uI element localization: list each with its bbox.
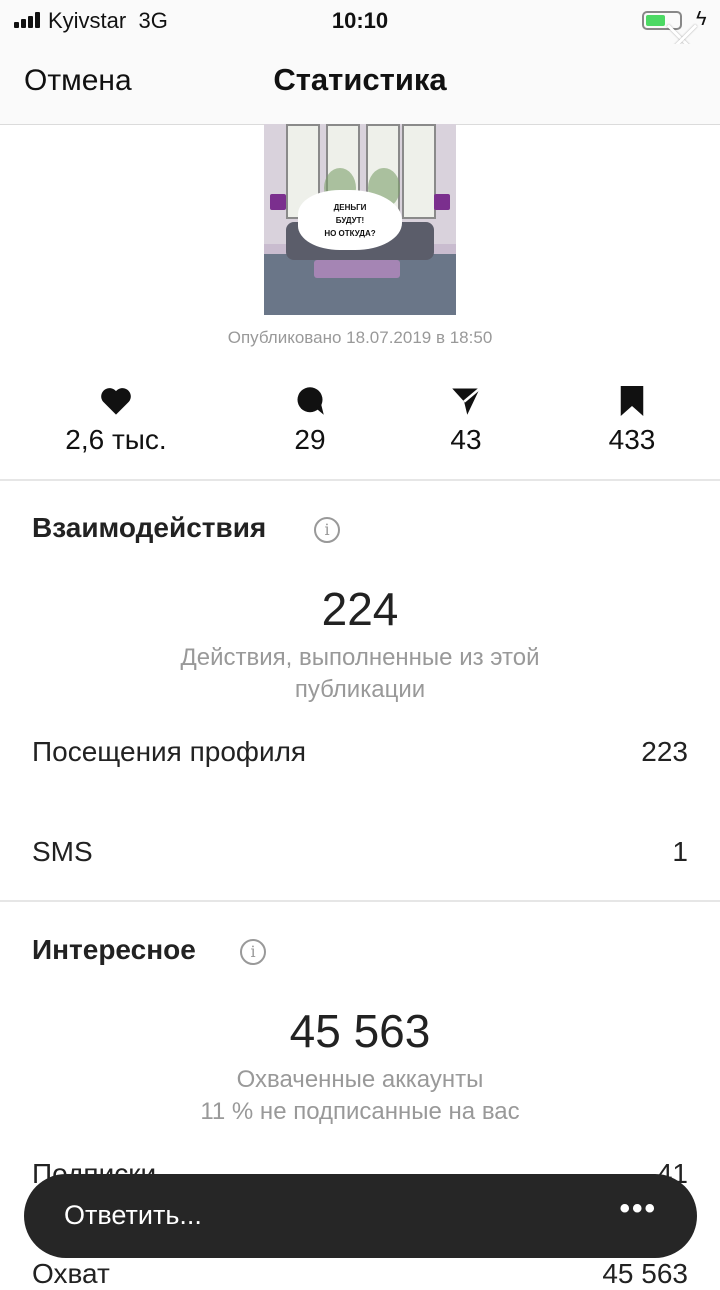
likes-count: 2,6 тыс.	[65, 424, 167, 455]
discovery-title: Интересное	[32, 934, 196, 965]
interactions-title: Взаимодействия	[32, 512, 267, 543]
more-options-icon[interactable]: •••	[619, 1192, 657, 1226]
send-icon	[386, 384, 546, 418]
post-thumbnail[interactable]: ДЕНЬГИ БУДУТ! НО ОТКУДА?	[264, 124, 456, 315]
profile-visits-label: Посещения профиля	[32, 736, 307, 767]
divider	[0, 900, 720, 902]
saves-count: 433	[608, 424, 656, 455]
reach-label: Охват	[32, 1258, 110, 1289]
sms-value: 1	[672, 836, 688, 867]
likes-metric: 2,6 тыс.	[36, 384, 196, 456]
comments-metric: 29	[230, 384, 390, 456]
nav-bar: Отмена Статистика	[0, 44, 720, 125]
discovery-total: 45 563	[289, 1005, 431, 1057]
non-followers-caption: 11 % не подписанные на вас	[200, 1098, 520, 1125]
reach-value: 45 563	[602, 1258, 688, 1289]
status-time: 10:10	[331, 8, 389, 33]
shares-count: 43	[450, 424, 482, 455]
page-title: Статистика	[273, 62, 447, 97]
bookmark-icon	[552, 384, 712, 418]
divider	[0, 479, 720, 481]
info-icon[interactable]: i	[240, 939, 266, 965]
post-image-caption: ДЕНЬГИ БУДУТ! НО ОТКУДА?	[298, 190, 402, 250]
reply-input[interactable]: Ответить...	[64, 1200, 202, 1231]
comment-icon	[230, 384, 390, 418]
comments-count: 29	[294, 424, 326, 455]
sms-label: SMS	[32, 836, 93, 867]
interactions-caption: Действия, выполненные из этой публикации	[180, 644, 540, 703]
interactions-total: 224	[321, 583, 399, 635]
status-bar: Kyivstar 3G 10:10 ϟ	[0, 0, 720, 44]
shares-metric: 43	[386, 384, 546, 456]
reply-bar[interactable]: Ответить... •••	[24, 1174, 697, 1258]
profile-visits-value: 223	[641, 736, 688, 767]
reach-caption: Охваченные аккаунты	[236, 1066, 484, 1093]
published-date: Опубликовано 18.07.2019 в 18:50	[227, 328, 493, 347]
saves-metric: 433	[552, 384, 712, 456]
info-icon[interactable]: i	[314, 517, 340, 543]
heart-icon	[36, 384, 196, 418]
